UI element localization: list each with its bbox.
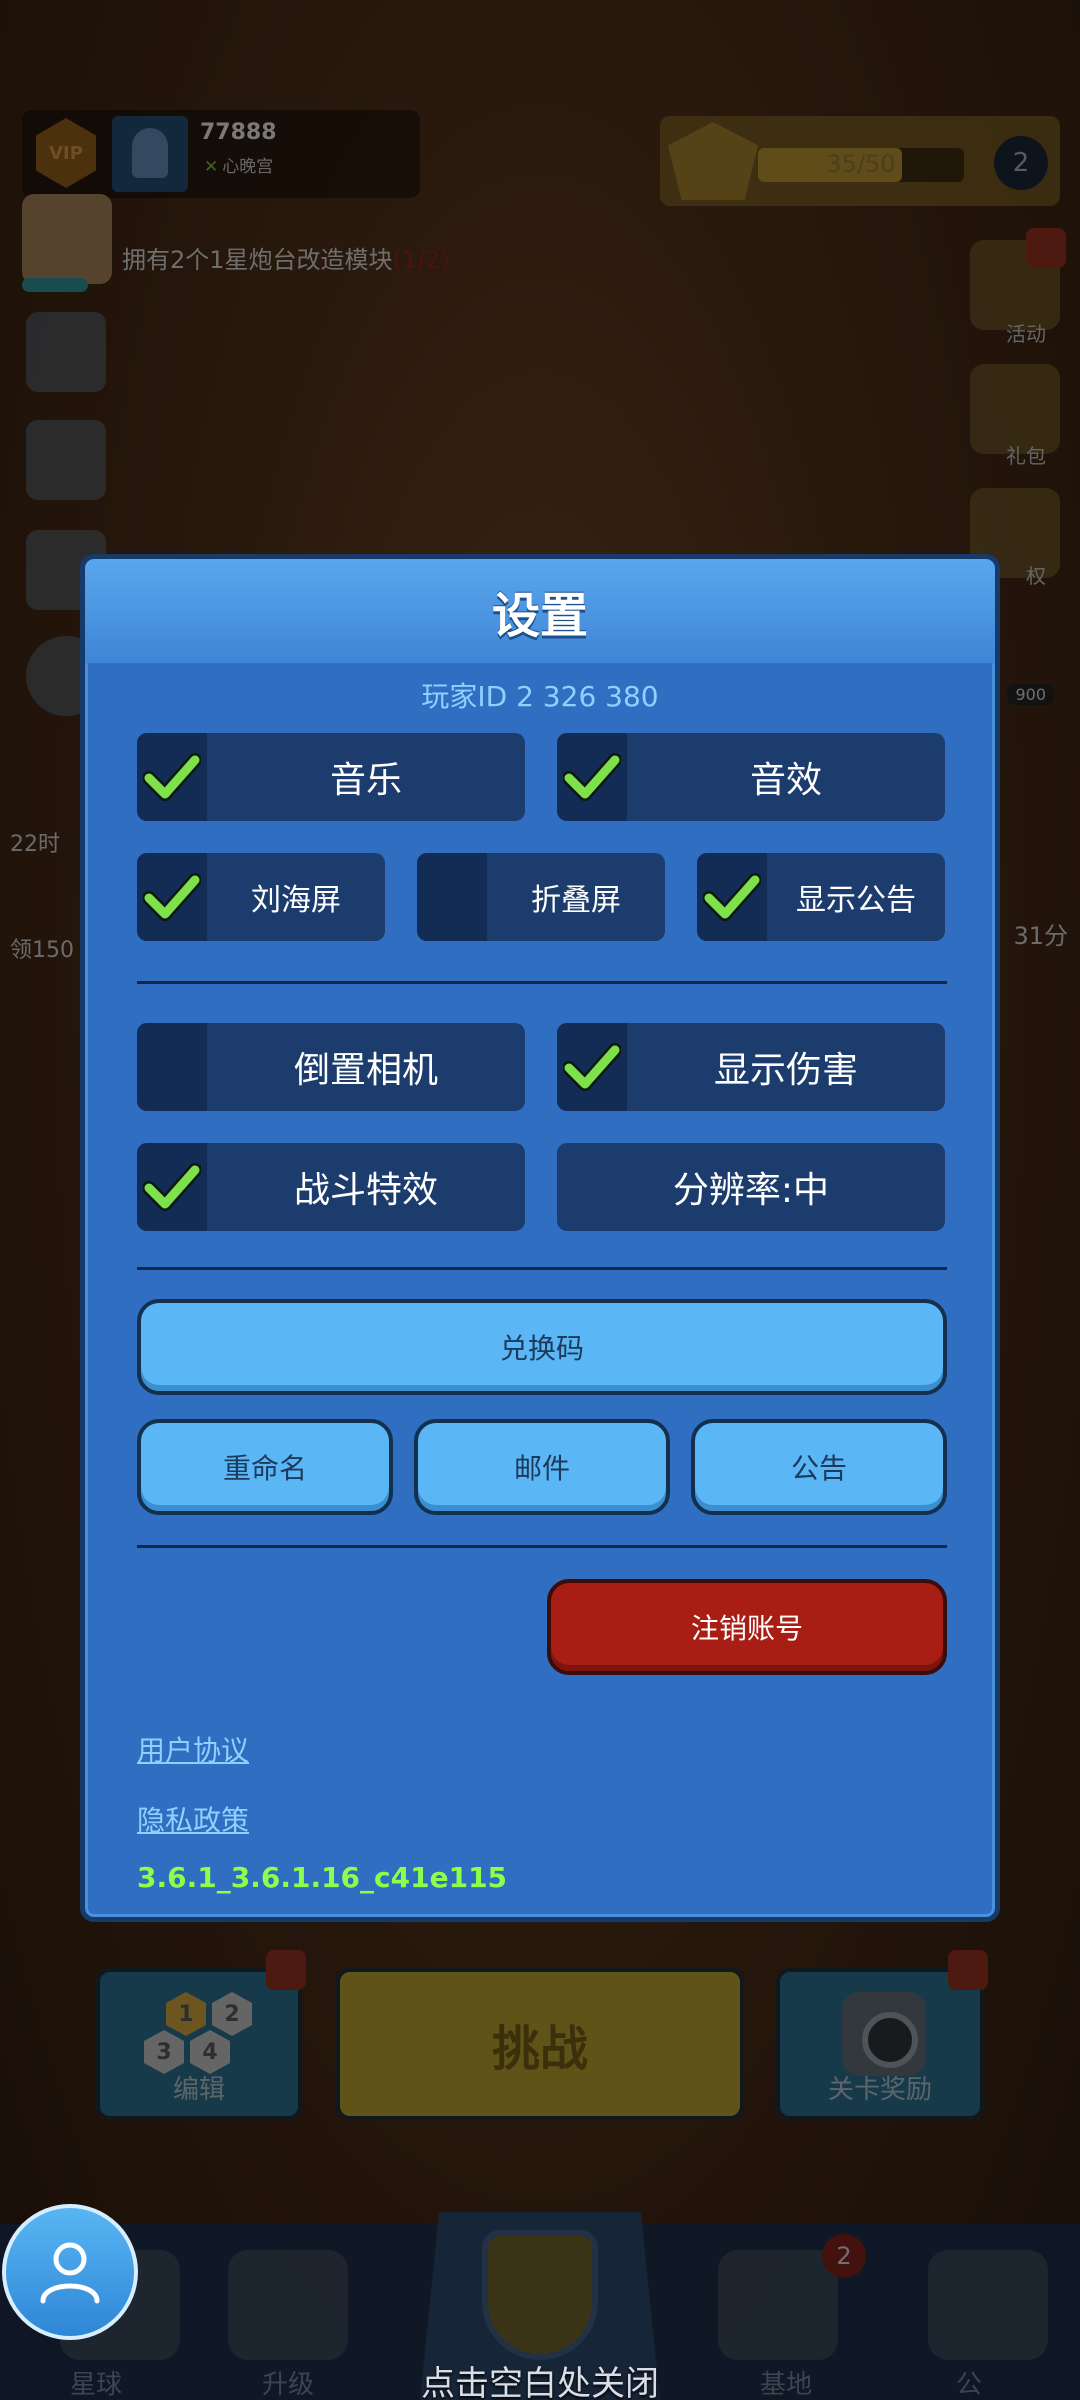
show-damage-label: 显示伤害 (713, 1050, 858, 1091)
profile-button[interactable] (2, 2204, 138, 2340)
mail-button[interactable]: 邮件 (414, 1419, 670, 1515)
foldable-screen-label: 折叠屏 (531, 883, 621, 918)
resolution-label: 分辨率:中 (672, 1170, 830, 1211)
sound-effects-label: 音效 (749, 760, 822, 801)
music-label: 音乐 (329, 760, 402, 801)
announcement-button[interactable]: 公告 (691, 1419, 947, 1515)
user-icon (40, 2242, 100, 2304)
toggle-music[interactable]: 音乐 (137, 733, 525, 821)
checkbox-music[interactable] (137, 733, 207, 821)
battle-effects-label: 战斗特效 (293, 1170, 438, 1211)
dialog-header: 设置 (85, 559, 995, 663)
checkbox-notch-screen[interactable] (137, 853, 207, 941)
checkbox-show-damage[interactable] (557, 1023, 627, 1111)
toggle-show-announcement[interactable]: 显示公告 (697, 853, 945, 941)
toggle-notch-screen[interactable]: 刘海屏 (137, 853, 385, 941)
toggle-show-damage[interactable]: 显示伤害 (557, 1023, 945, 1111)
resolution-selector[interactable]: 分辨率:中 (557, 1143, 945, 1231)
divider (137, 981, 947, 984)
dialog-title: 设置 (491, 588, 588, 644)
redeem-code-button[interactable]: 兑换码 (137, 1299, 947, 1395)
checkbox-sound-effects[interactable] (557, 733, 627, 821)
divider (137, 1545, 947, 1548)
privacy-policy-link[interactable]: 隐私政策 (137, 1799, 249, 1839)
show-announcement-label: 显示公告 (796, 883, 916, 918)
divider (137, 1267, 947, 1270)
tap-to-close-hint: 点击空白处关闭 (421, 2364, 659, 2400)
checkbox-battle-effects[interactable] (137, 1143, 207, 1231)
check-icon (703, 873, 761, 921)
version-text: 3.6.1_3.6.1.16_c41e115 (137, 1861, 508, 1894)
check-icon (143, 873, 201, 921)
check-icon (143, 753, 201, 801)
delete-account-button[interactable]: 注销账号 (547, 1579, 947, 1675)
check-icon (563, 753, 621, 801)
notch-screen-label: 刘海屏 (251, 883, 341, 918)
toggle-sound-effects[interactable]: 音效 (557, 733, 945, 821)
toggle-battle-effects[interactable]: 战斗特效 (137, 1143, 525, 1231)
checkbox-foldable-screen[interactable] (417, 853, 487, 941)
invert-camera-label: 倒置相机 (293, 1050, 438, 1091)
check-icon (563, 1043, 621, 1091)
toggle-foldable-screen[interactable]: 折叠屏 (417, 853, 665, 941)
checkbox-invert-camera[interactable] (137, 1023, 207, 1111)
checkbox-show-announcement[interactable] (697, 853, 767, 941)
check-icon (143, 1163, 201, 1211)
user-agreement-link[interactable]: 用户协议 (137, 1729, 249, 1769)
player-id: 玩家ID 2 326 380 (421, 680, 659, 713)
rename-button[interactable]: 重命名 (137, 1419, 393, 1515)
settings-dialog: 设置 玩家ID 2 326 380 音乐 音效 刘海屏 折叠屏 显示公告 倒置相… (80, 554, 1000, 1922)
toggle-invert-camera[interactable]: 倒置相机 (137, 1023, 525, 1111)
